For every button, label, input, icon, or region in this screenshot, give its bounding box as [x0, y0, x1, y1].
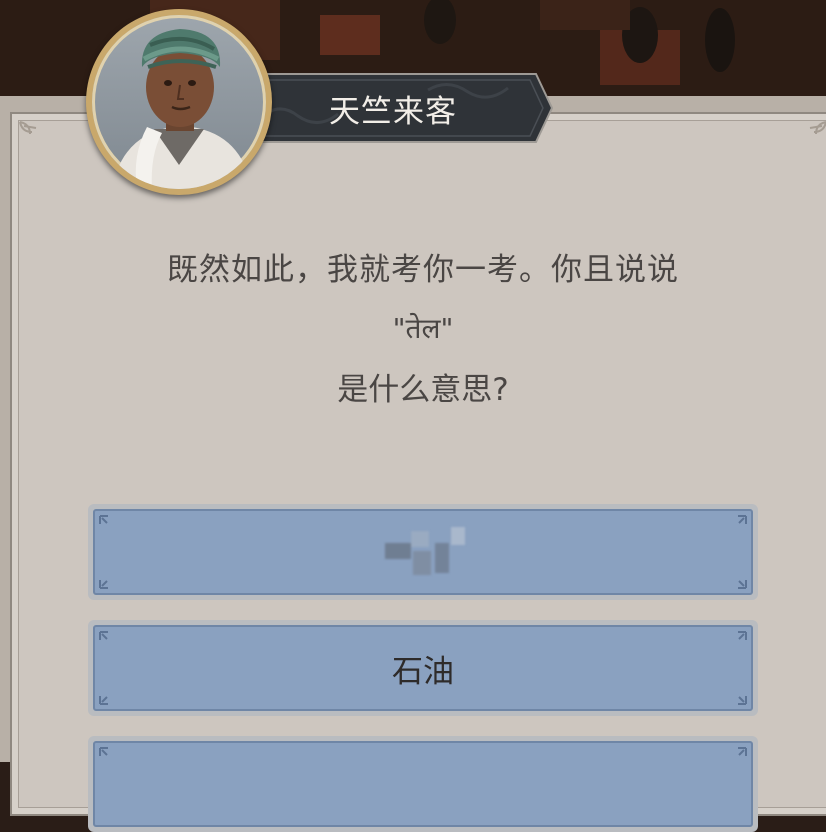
- panel-corner-ornament-icon: [19, 121, 37, 135]
- answer-option-3[interactable]: [88, 736, 758, 832]
- answer-option-2[interactable]: 石油: [88, 620, 758, 716]
- answer-option-2-face: 石油: [93, 625, 753, 711]
- option-corner-ornament-icon: [738, 696, 747, 705]
- option-corner-ornament-icon: [99, 747, 108, 756]
- option-corner-ornament-icon: [738, 747, 747, 756]
- obscured-label-mosaic: [385, 527, 465, 575]
- turbaned-man-portrait-icon: [92, 15, 266, 189]
- option-corner-ornament-icon: [738, 580, 747, 589]
- avatar: [86, 9, 272, 195]
- dialogue-line-3: 是什么意思?: [337, 372, 509, 408]
- panel-corner-ornament-icon: [809, 121, 826, 135]
- option-corner-ornament-icon: [99, 631, 108, 640]
- option-corner-ornament-icon: [99, 696, 108, 705]
- option-corner-ornament-icon: [738, 515, 747, 524]
- answer-option-2-label: 石油: [392, 653, 454, 690]
- dialogue-line-2: "तेल": [392, 312, 454, 345]
- dialogue-text: 既然如此，我就考你一考。你且说说 "तेल" 是什么意思?: [30, 242, 816, 420]
- answer-option-3-face: [93, 741, 753, 827]
- option-corner-ornament-icon: [738, 631, 747, 640]
- option-corner-ornament-icon: [99, 580, 108, 589]
- option-corner-ornament-icon: [99, 515, 108, 524]
- dialogue-line-1: 既然如此，我就考你一考。你且说说: [167, 252, 679, 288]
- answer-option-1-face: [93, 509, 753, 595]
- answer-option-1[interactable]: [88, 504, 758, 600]
